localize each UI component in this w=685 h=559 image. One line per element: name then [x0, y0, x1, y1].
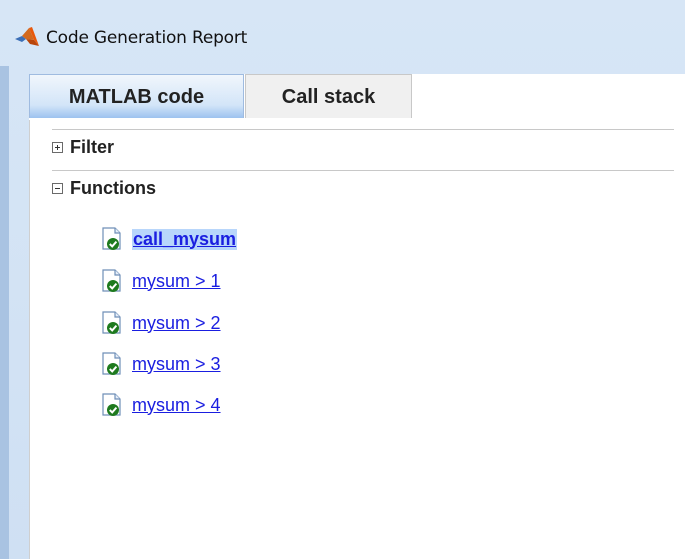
function-item[interactable]: mysum > 3 [100, 351, 221, 377]
functions-divider [52, 170, 674, 171]
report-content: Filter Functions call_mysum mysum > 1 my… [29, 120, 685, 559]
collapse-minus-icon[interactable] [52, 182, 63, 194]
function-link-call-mysum[interactable]: call_mysum [132, 228, 238, 250]
filter-label: Filter [70, 136, 115, 157]
file-check-icon [102, 393, 121, 416]
tab-bar: MATLAB code Call stack [29, 74, 685, 120]
function-link-mysum-4[interactable]: mysum > 4 [132, 395, 221, 416]
function-item[interactable]: mysum > 2 [100, 310, 221, 336]
left-edge-strip [0, 66, 9, 559]
file-check-icon [102, 311, 121, 334]
filter-section-header[interactable]: Filter [52, 135, 114, 159]
tab-matlab-code[interactable]: MATLAB code [29, 74, 244, 118]
functions-label: Functions [70, 177, 156, 198]
function-item[interactable]: mysum > 4 [100, 392, 221, 418]
file-check-icon [102, 269, 121, 292]
expand-plus-icon[interactable] [52, 141, 63, 153]
filter-divider [52, 129, 674, 130]
window-title: Code Generation Report [46, 28, 248, 48]
functions-section-header[interactable]: Functions [52, 176, 156, 200]
function-link-mysum-3[interactable]: mysum > 3 [132, 354, 221, 375]
function-link-mysum-1[interactable]: mysum > 1 [132, 271, 221, 292]
tab-call-stack[interactable]: Call stack [245, 74, 412, 118]
function-link-mysum-2[interactable]: mysum > 2 [132, 313, 221, 334]
matlab-logo-icon [15, 27, 39, 46]
function-item[interactable]: mysum > 1 [100, 268, 221, 294]
title-bar[interactable]: Code Generation Report [0, 0, 685, 66]
function-item[interactable]: call_mysum [100, 226, 238, 252]
file-check-icon [102, 227, 121, 250]
report-window: Code Generation Report MATLAB code Call … [0, 0, 685, 559]
file-check-icon [102, 352, 121, 375]
